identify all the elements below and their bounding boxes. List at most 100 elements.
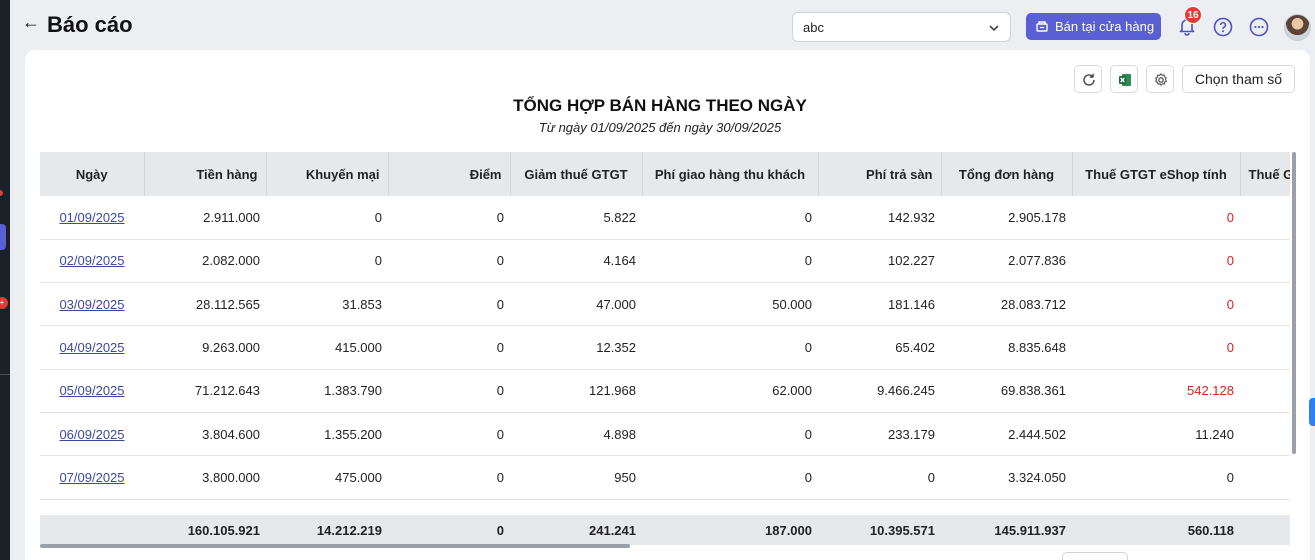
- more-options-icon[interactable]: [1249, 17, 1269, 37]
- table-cell: 181.146: [818, 282, 941, 327]
- date-cell: 05/09/2025: [40, 369, 144, 413]
- store-icon: [1036, 21, 1048, 32]
- chevron-down-icon: [989, 25, 999, 32]
- spacer-cell: [40, 499, 1290, 515]
- date-link[interactable]: 01/09/2025: [59, 210, 124, 225]
- gear-icon: [1155, 73, 1167, 86]
- excel-icon: [1119, 74, 1131, 86]
- vertical-scrollbar[interactable]: [1292, 152, 1296, 454]
- date-link[interactable]: 03/09/2025: [59, 297, 124, 312]
- table-header-row: Ngày Tiền hàng Khuyến mại Điểm Giảm thuế…: [40, 152, 1290, 196]
- arrow-left-icon[interactable]: ←: [22, 12, 40, 33]
- column-header[interactable]: Phí giao hàng thu khách: [642, 152, 819, 196]
- export-excel-button[interactable]: [1110, 65, 1138, 93]
- table-cell: 102.227: [818, 239, 941, 284]
- table-cell: [1240, 369, 1290, 413]
- table-cell: 0: [642, 412, 818, 457]
- table-cell: 65.402: [818, 325, 941, 370]
- table-cell: 3.804.600: [144, 412, 266, 457]
- settings-button[interactable]: [1146, 65, 1174, 93]
- table-cell: 542.128: [1072, 369, 1240, 413]
- date-link[interactable]: 02/09/2025: [59, 253, 124, 268]
- store-select-value: abc: [803, 20, 824, 35]
- left-nav-rail: +: [0, 0, 10, 560]
- table-cell: 0: [1072, 239, 1240, 284]
- store-select[interactable]: abc: [792, 12, 1011, 42]
- table-cell: 0: [642, 239, 818, 284]
- totals-row: 160.105.921 14.212.219 0 241.241 187.000 10.3…: [40, 515, 1290, 546]
- date-link[interactable]: 04/09/2025: [59, 340, 124, 355]
- sell-at-store-label: Bán tại cửa hàng: [1055, 19, 1155, 34]
- help-icon[interactable]: [1213, 17, 1233, 37]
- table-cell: [1240, 196, 1290, 240]
- table-cell: 1.355.200: [266, 412, 388, 457]
- table-cell: 0: [1072, 455, 1240, 500]
- table-cell: [1240, 282, 1290, 327]
- refresh-button[interactable]: [1074, 65, 1102, 93]
- column-header[interactable]: Tiền hàng: [144, 152, 267, 196]
- table-cell: 0: [266, 239, 388, 284]
- table-row: 05/09/2025 71.212.643 1.383.790 0 121.968 62.…: [40, 369, 1290, 413]
- column-header[interactable]: Tổng đơn hàng: [941, 152, 1073, 196]
- column-header[interactable]: Thuế GTGT: [1240, 152, 1290, 196]
- date-cell: 04/09/2025: [40, 325, 144, 370]
- date-cell: 02/09/2025: [40, 239, 144, 284]
- table-cell: 28.083.712: [941, 282, 1072, 327]
- sales-summary-table: Ngày Tiền hàng Khuyến mại Điểm Giảm thuế…: [40, 152, 1290, 546]
- date-link[interactable]: 06/09/2025: [59, 427, 124, 442]
- total-cell: 160.105.921: [144, 515, 266, 546]
- table-cell: 0: [388, 455, 510, 500]
- report-table-container[interactable]: Ngày Tiền hàng Khuyến mại Điểm Giảm thuế…: [40, 152, 1290, 552]
- table-cell: 233.179: [818, 412, 941, 457]
- table-cell: 3.800.000: [144, 455, 266, 500]
- column-header[interactable]: Thuế GTGT eShop tính: [1072, 152, 1241, 196]
- table-row: 03/09/2025 28.112.565 31.853 0 47.000 50.000 1…: [40, 282, 1290, 327]
- total-cell: [40, 515, 144, 546]
- table-cell: 2.082.000: [144, 239, 266, 284]
- table-row: 04/09/2025 9.263.000 415.000 0 12.352 0 65.402…: [40, 325, 1290, 370]
- nav-plus-badge[interactable]: +: [0, 297, 8, 309]
- table-row: 02/09/2025 2.082.000 0 0 4.164 0 102.227 2.077.…: [40, 239, 1290, 284]
- table-cell: 5.822: [510, 196, 642, 240]
- table-cell: 2.077.836: [941, 239, 1072, 284]
- notification-count-badge: 16: [1184, 6, 1202, 24]
- table-cell: 0: [388, 369, 510, 413]
- table-cell: 8.835.648: [941, 325, 1072, 370]
- table-cell: 9.263.000: [144, 325, 266, 370]
- total-cell: 187.000: [642, 515, 818, 546]
- table-cell: 950: [510, 455, 642, 500]
- column-header[interactable]: Giảm thuế GTGT: [510, 152, 643, 196]
- table-cell: 2.905.178: [941, 196, 1072, 240]
- sell-at-store-button[interactable]: Bán tại cửa hàng: [1026, 13, 1161, 40]
- table-cell: 47.000: [510, 282, 642, 327]
- table-row: 07/09/2025 3.800.000 475.000 0 950 0 0 3.324.05…: [40, 455, 1290, 500]
- report-card: Chọn tham số TỔNG HỢP BÁN HÀNG THEO NGÀY…: [25, 50, 1310, 560]
- column-header[interactable]: Điểm: [388, 152, 511, 196]
- nav-active-indicator[interactable]: [0, 224, 6, 250]
- date-link[interactable]: 07/09/2025: [59, 470, 124, 485]
- table-cell: 11.240: [1072, 412, 1240, 457]
- total-cell: 14.212.219: [266, 515, 388, 546]
- total-cell: 0: [388, 515, 510, 546]
- column-header[interactable]: Khuyến mại: [266, 152, 389, 196]
- total-cell: 560.118: [1072, 515, 1240, 546]
- horizontal-scrollbar[interactable]: [40, 544, 630, 548]
- table-cell: 4.898: [510, 412, 642, 457]
- page-title: Báo cáo: [47, 12, 133, 37]
- column-header[interactable]: Ngày: [40, 152, 145, 196]
- column-header[interactable]: Phí trả sàn: [818, 152, 942, 196]
- date-cell: 07/09/2025: [40, 455, 144, 500]
- table-row: 01/09/2025 2.911.000 0 0 5.822 0 142.932 2.905.…: [40, 196, 1290, 240]
- total-cell: 10.395.571: [818, 515, 941, 546]
- total-cell: 145.911.937: [941, 515, 1072, 546]
- date-link[interactable]: 05/09/2025: [59, 383, 124, 398]
- avatar[interactable]: [1284, 14, 1311, 41]
- table-cell: 9.466.245: [818, 369, 941, 413]
- report-title: TỔNG HỢP BÁN HÀNG THEO NGÀY: [513, 96, 807, 115]
- page-size-select[interactable]: [1062, 552, 1128, 560]
- total-cell: [1240, 515, 1290, 546]
- table-cell: 142.932: [818, 196, 941, 240]
- choose-parameters-button[interactable]: Chọn tham số: [1182, 65, 1295, 93]
- table-cell: 0: [388, 412, 510, 457]
- side-panel-toggle[interactable]: [1309, 398, 1315, 426]
